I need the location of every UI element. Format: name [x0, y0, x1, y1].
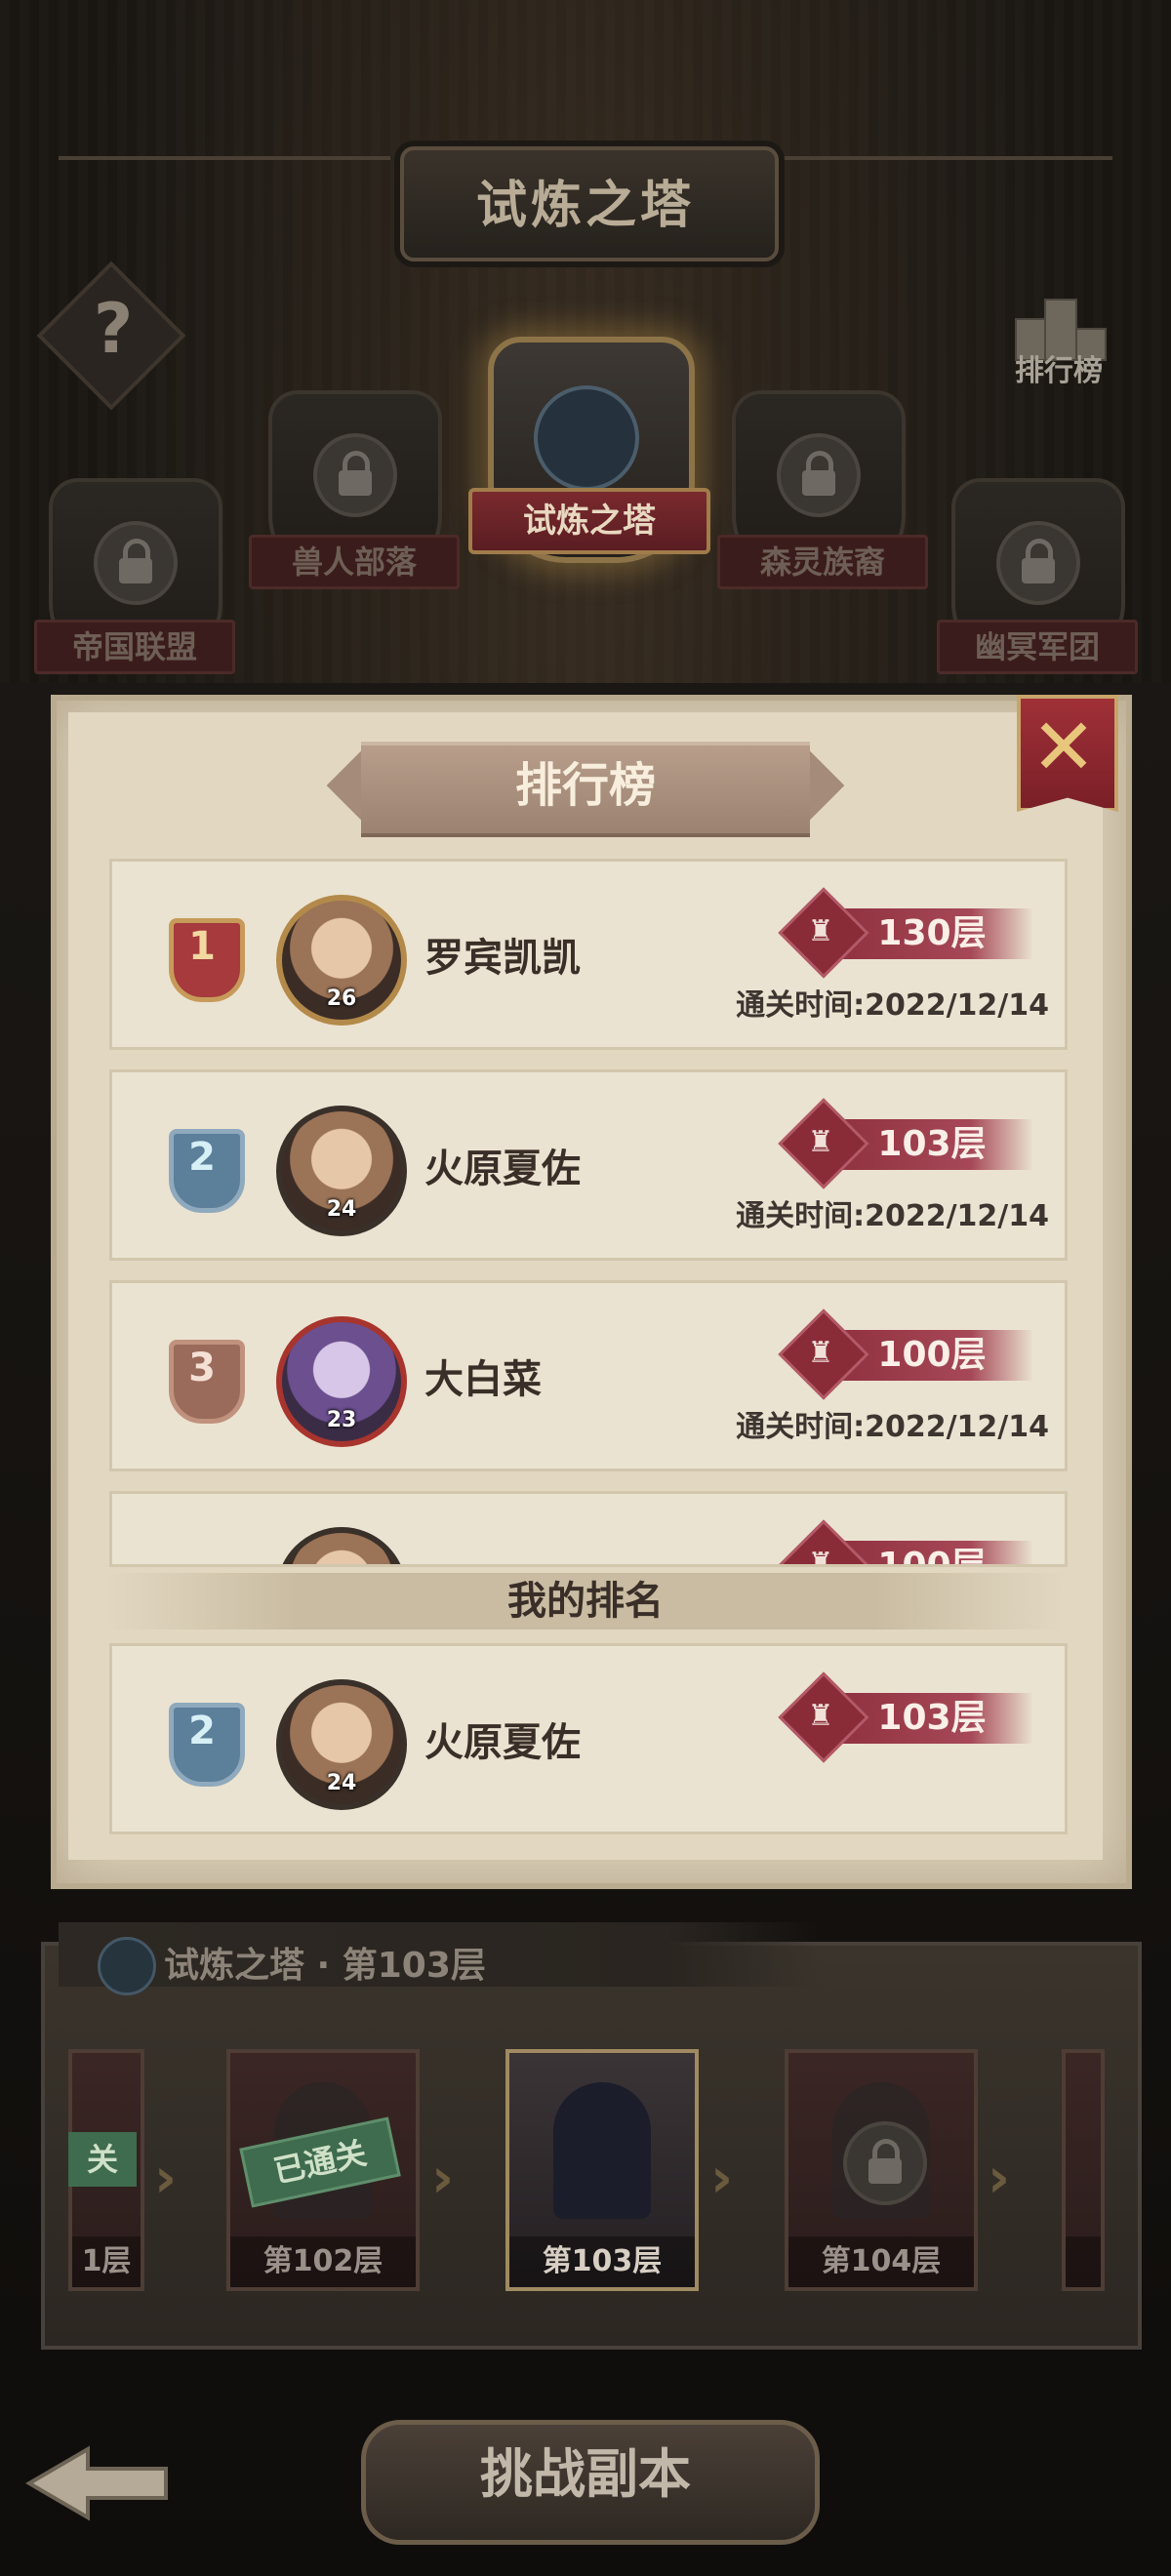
- castle-icon: ♜: [807, 1699, 834, 1733]
- tower-icon: [534, 385, 639, 491]
- level-label: 24: [326, 1197, 357, 1222]
- chevron-right-icon: ›: [154, 2147, 178, 2210]
- faction-label-elf[interactable]: 森灵族裔: [717, 535, 928, 589]
- level-label: 24: [326, 1771, 357, 1795]
- help-icon[interactable]: ?: [59, 289, 168, 386]
- player-name: 火原夏佐: [424, 1720, 581, 1765]
- faction-label-orc[interactable]: 兽人部落: [249, 535, 460, 589]
- level-label: 26: [326, 986, 357, 1011]
- floor-value: 130层: [877, 913, 987, 953]
- castle-icon: ♜: [807, 1336, 834, 1370]
- page-title: 试炼之塔: [475, 177, 695, 235]
- stage-label: 第103层: [509, 2236, 695, 2287]
- clear-time: 通关时间:2022/12/14: [736, 1199, 1049, 1233]
- floor-tag: ♜ 100层: [778, 1308, 1033, 1400]
- rank-number: 3: [188, 1346, 216, 1390]
- lock-icon: [313, 433, 397, 517]
- stage-label: 第102层: [230, 2236, 416, 2287]
- rank-number: 2: [188, 1135, 216, 1180]
- chevron-right-icon: ›: [710, 2147, 734, 2210]
- stage-label: 1层: [72, 2236, 141, 2287]
- challenge-label[interactable]: 挑战副本: [361, 2435, 810, 2514]
- close-icon[interactable]: ✕: [1017, 701, 1110, 794]
- faction-label-tower[interactable]: 试炼之塔: [468, 488, 710, 554]
- back-arrow-icon[interactable]: [20, 2439, 176, 2527]
- floor-value: 103层: [877, 1124, 987, 1164]
- castle-icon: ♜: [807, 914, 834, 948]
- floor-value: 100层: [877, 1335, 987, 1375]
- player-name: 大白菜: [424, 1357, 542, 1402]
- ranking-row[interactable]: 3 23 大白菜 ♜ 100层 通关时间:2022/12/14: [109, 1280, 1068, 1471]
- floor-tag: ♜ 103层: [778, 1098, 1033, 1189]
- enemy-figure: [553, 2082, 651, 2219]
- castle-icon: ♜: [807, 1547, 834, 1567]
- banner-wing-left: [59, 156, 390, 219]
- stage-label: [1066, 2236, 1101, 2287]
- clear-time: 通关时间:2022/12/14: [736, 988, 1049, 1023]
- avatar[interactable]: [276, 1527, 407, 1564]
- stage-card-current[interactable]: 第103层: [505, 2049, 699, 2291]
- tower-icon: [98, 1937, 156, 1995]
- stage-title: 试炼之塔 · 第103层: [164, 1946, 486, 1986]
- lock-icon: [94, 521, 178, 605]
- stage-card[interactable]: 第104层: [785, 2049, 978, 2291]
- rank-badge-silver: 2: [163, 1699, 245, 1787]
- castle-icon: ♜: [807, 1125, 834, 1159]
- faction-label-empire[interactable]: 帝国联盟: [34, 620, 235, 674]
- panel-title: 排行榜: [514, 758, 656, 813]
- rank-badge-silver: 2: [163, 1125, 245, 1213]
- rank-badge-bronze: 3: [163, 1336, 245, 1424]
- lock-icon: [843, 2121, 927, 2205]
- ranking-row[interactable]: 2 24 火原夏佐 ♜ 103层 通关时间:2022/12/14: [109, 1069, 1068, 1261]
- banner-wing-right: [781, 156, 1112, 219]
- chevron-right-icon: ›: [988, 2147, 1011, 2210]
- stage-label: 第104层: [788, 2236, 974, 2287]
- faction-label-underworld[interactable]: 幽冥军团: [937, 620, 1138, 674]
- floor-value: 100层: [877, 1546, 987, 1567]
- floor-tag: ♜ 100层: [778, 1519, 1033, 1567]
- lock-icon: [777, 433, 861, 517]
- clear-time: 通关时间:2022/12/14: [736, 1410, 1049, 1444]
- floor-tag: ♜ 130层: [778, 887, 1033, 979]
- rank-number: 2: [188, 1709, 216, 1753]
- cleared-stamp: 关: [68, 2132, 137, 2187]
- lock-icon: [996, 521, 1080, 605]
- player-name: 火原夏佐: [424, 1147, 581, 1191]
- my-rank-title: 我的排名: [507, 1579, 664, 1624]
- rank-badge-gold: 1: [163, 914, 245, 1002]
- rank-number: 1: [188, 924, 216, 969]
- floor-tag: ♜ 103层: [778, 1671, 1033, 1763]
- player-name: 罗宾凯凯: [424, 936, 581, 981]
- floor-value: 103层: [877, 1698, 987, 1738]
- my-rank-row[interactable]: 2 24 火原夏佐 ♜ 103层: [109, 1643, 1068, 1834]
- stage-card[interactable]: [1062, 2049, 1105, 2291]
- ranking-label[interactable]: 排行榜: [990, 346, 1127, 389]
- chevron-right-icon: ›: [431, 2147, 455, 2210]
- ranking-row[interactable]: ♜ 100层: [109, 1491, 1068, 1567]
- ranking-row[interactable]: 1 26 罗宾凯凯 ♜ 130层 通关时间:2022/12/14: [109, 859, 1068, 1050]
- level-label: 23: [326, 1408, 357, 1432]
